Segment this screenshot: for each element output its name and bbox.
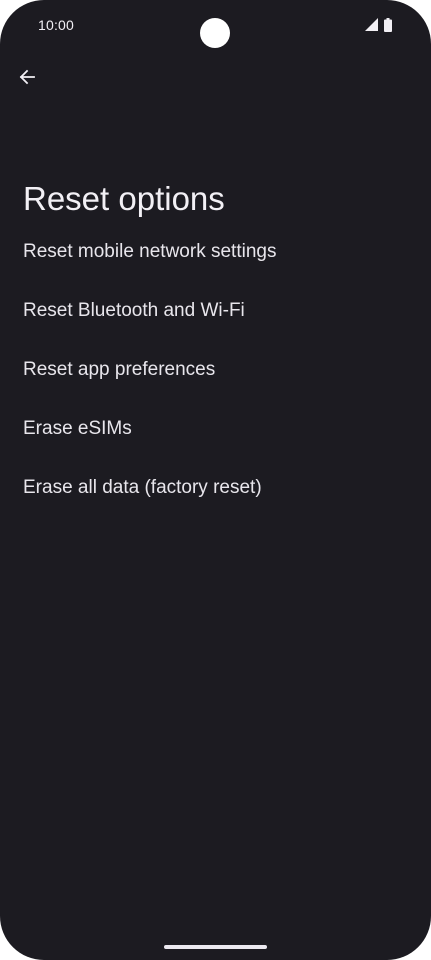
option-factory-reset[interactable]: Erase all data (factory reset)	[0, 458, 431, 517]
option-label: Reset Bluetooth and Wi-Fi	[23, 299, 245, 321]
home-indicator[interactable]	[164, 945, 267, 949]
option-label: Erase all data (factory reset)	[23, 476, 262, 498]
status-icons	[365, 18, 395, 32]
option-label: Reset mobile network settings	[23, 240, 277, 262]
option-label: Reset app preferences	[23, 358, 216, 380]
page-title: Reset options	[23, 180, 225, 218]
status-bar: 10:00	[0, 0, 431, 52]
option-reset-app-preferences[interactable]: Reset app preferences	[0, 340, 431, 399]
option-erase-esims[interactable]: Erase eSIMs	[0, 399, 431, 458]
battery-icon	[384, 18, 392, 32]
reset-options-list: Reset mobile network settings Reset Blue…	[0, 222, 431, 517]
option-reset-bluetooth-wifi[interactable]: Reset Bluetooth and Wi-Fi	[0, 281, 431, 340]
signal-icon	[365, 18, 378, 31]
back-button[interactable]	[10, 62, 44, 96]
status-time: 10:00	[38, 17, 75, 33]
option-reset-mobile-network[interactable]: Reset mobile network settings	[0, 222, 431, 281]
camera-cutout	[200, 18, 230, 48]
phone-screen: 10:00 Reset options Reset mobile network…	[0, 0, 431, 960]
arrow-back-icon	[18, 68, 36, 91]
option-label: Erase eSIMs	[23, 417, 132, 439]
